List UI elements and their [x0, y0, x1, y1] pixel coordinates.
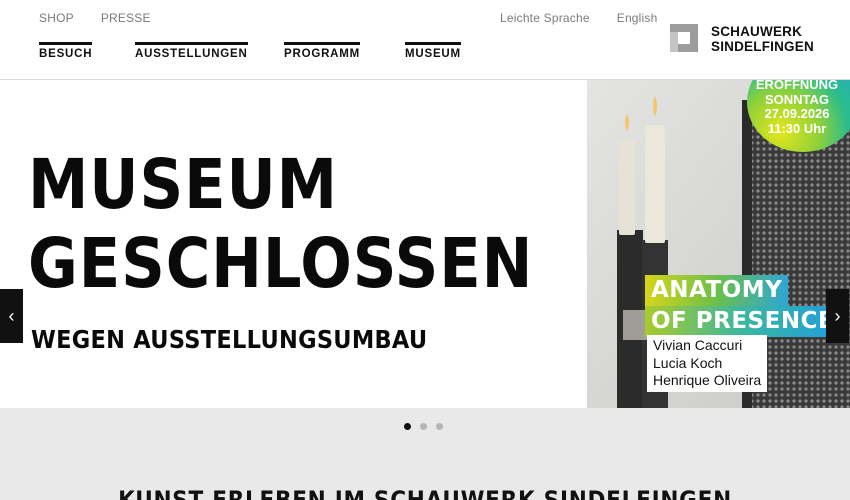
headline-line-1: MUSEUM [28, 145, 338, 225]
hero-subline: WEGEN AUSSTELLUNGSUMBAU [31, 325, 428, 354]
nav-item-ausstellungen[interactable]: AUSSTELLUNGEN [135, 42, 248, 60]
logo-mark-icon [670, 24, 698, 52]
exhibition-title: ANATOMY OF PRESENCE [645, 275, 841, 337]
carousel-dots [404, 423, 443, 430]
section-title: KUNST ERLEBEN IM SCHAUWERK SINDELFINGEN [118, 486, 732, 500]
artist-name: Henrique Oliveira [653, 372, 762, 388]
site-logo[interactable]: SCHAUWERK SINDELFINGEN [670, 24, 814, 54]
logo-line-2: SINDELFINGEN [711, 39, 814, 54]
content-section: KUNST ERLEBEN IM SCHAUWERK SINDELFINGEN [0, 408, 850, 500]
carousel-next-button[interactable]: › [826, 289, 849, 343]
nav-item-programm[interactable]: PROGRAMM [284, 42, 361, 60]
shop-link[interactable]: SHOP [39, 11, 74, 25]
artist-list: Vivian Caccuri Lucia Koch Henrique Olive… [647, 335, 768, 392]
exhibition-title-line-2: OF PRESENCE [645, 306, 841, 337]
logo-text: SCHAUWERK SINDELFINGEN [711, 24, 814, 54]
hero-text-panel: MUSEUM GESCHLOSSEN WEGEN AUSSTELLUNGSUMB… [0, 80, 587, 408]
hero-carousel: MUSEUM GESCHLOSSEN WEGEN AUSSTELLUNGSUMB… [0, 80, 850, 408]
carousel-prev-button[interactable]: ‹ [0, 289, 23, 343]
utility-nav: SHOP PRESSE [39, 11, 151, 25]
site-header: SHOP PRESSE Leichte Sprache English BESU… [0, 0, 850, 80]
nav-item-museum[interactable]: MUSEUM [405, 42, 461, 60]
badge-time: 11:30 Uhr [767, 120, 827, 136]
language-nav: Leichte Sprache English [500, 11, 658, 25]
opening-badge-text: ERÖFFNUNG SONNTAG 27.09.2026 11:30 Uhr [752, 80, 842, 136]
chevron-right-icon: › [834, 305, 841, 326]
logo-line-1: SCHAUWERK [711, 24, 803, 39]
chevron-left-icon: ‹ [8, 305, 15, 326]
english-link[interactable]: English [617, 11, 658, 25]
press-link[interactable]: PRESSE [101, 11, 151, 25]
badge-line-1: ERÖFFNUNG [755, 80, 839, 92]
exhibition-teaser[interactable]: ERÖFFNUNG SONNTAG 27.09.2026 11:30 Uhr A… [587, 80, 850, 408]
artist-name: Lucia Koch [653, 354, 723, 371]
carousel-dot-2[interactable] [420, 423, 427, 430]
carousel-dot-3[interactable] [436, 423, 443, 430]
badge-line-2: SONNTAG [764, 91, 830, 107]
easy-language-link[interactable]: Leichte Sprache [500, 11, 590, 25]
exhibition-title-line-1: ANATOMY [645, 275, 789, 306]
artist-name: Vivian Caccuri [653, 337, 743, 353]
hero-headline: MUSEUM GESCHLOSSEN [28, 146, 533, 304]
headline-line-2: GESCHLOSSEN [28, 224, 534, 304]
badge-date: 27.09.2026 [764, 106, 830, 121]
carousel-dot-1[interactable] [404, 423, 411, 430]
nav-item-besuch[interactable]: BESUCH [39, 42, 93, 60]
